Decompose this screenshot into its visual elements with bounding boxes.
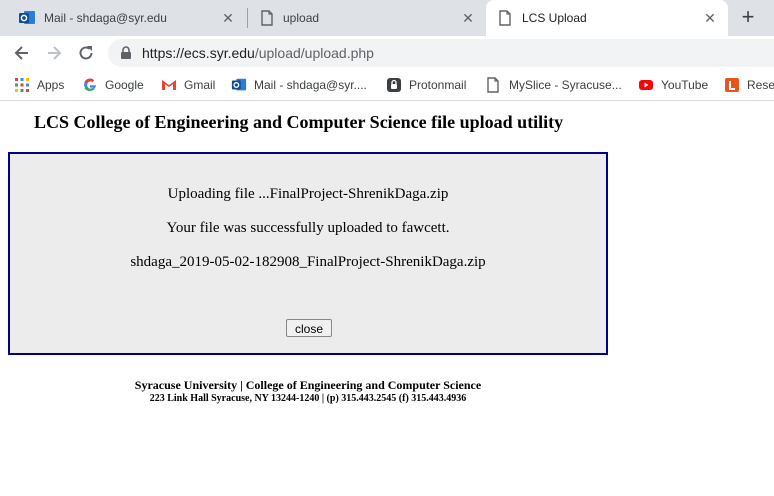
close-icon[interactable]: ✕ — [460, 10, 476, 26]
bookmark-protonmail[interactable]: Protonmail — [386, 76, 466, 94]
bookmark-label: Gmail — [184, 78, 216, 92]
close-icon[interactable]: ✕ — [220, 10, 236, 26]
url-path: /upload/upload.php — [254, 45, 374, 61]
footer-address: 223 Link Hall Syracuse, NY 13244-1240 | … — [149, 393, 467, 404]
bookmark-label: Google — [105, 78, 144, 92]
footer-university: Syracuse University | College of Enginee… — [134, 378, 482, 392]
bookmark-youtube[interactable]: YouTube — [638, 76, 708, 94]
bookmark-reser[interactable]: Reser — [724, 76, 774, 94]
back-button[interactable] — [9, 40, 35, 66]
address-bar[interactable]: https://ecs.syr.edu/upload/upload.php — [108, 39, 774, 67]
bookmark-label: YouTube — [661, 78, 709, 92]
bookmark-apps[interactable]: Apps — [14, 76, 64, 94]
apps-grid-icon — [14, 77, 30, 93]
bookmark-gmail[interactable]: Gmail — [161, 76, 215, 94]
outlook-icon — [231, 77, 247, 93]
outlook-icon — [18, 9, 36, 27]
bookmark-label: Protonmail — [409, 78, 467, 92]
browser-toolbar: https://ecs.syr.edu/upload/upload.php — [0, 36, 774, 70]
youtube-icon — [638, 77, 654, 93]
tab-strip: Mail - shdaga@syr.edu ✕ upload ✕ LCS Upl… — [0, 0, 774, 36]
bookmark-google[interactable]: Google — [82, 76, 144, 94]
url-host: https://ecs.syr.edu — [142, 45, 255, 61]
page-icon — [486, 77, 502, 93]
close-icon[interactable]: ✕ — [702, 10, 718, 26]
forward-button[interactable] — [41, 40, 67, 66]
tab-upload[interactable]: upload ✕ — [248, 0, 486, 36]
tab-title: LCS Upload — [522, 11, 587, 25]
arrow-left-icon — [14, 46, 28, 60]
tab-mail[interactable]: Mail - shdaga@syr.edu ✕ — [0, 0, 246, 36]
gmail-icon — [161, 77, 177, 93]
uploading-message: Uploading file ...FinalProject-ShrenikDa… — [167, 186, 449, 202]
bookmark-mail[interactable]: Mail - shdaga@syr.... — [231, 76, 367, 94]
page-icon — [260, 10, 274, 26]
reload-icon — [79, 46, 93, 60]
tab-lcs-upload[interactable]: LCS Upload ✕ — [486, 0, 728, 36]
url-text: https://ecs.syr.edu/upload/upload.php — [142, 45, 374, 61]
new-tab-button[interactable]: + — [736, 6, 760, 30]
protonmail-icon — [386, 77, 402, 93]
bookmark-label: MySlice - Syracuse... — [509, 78, 622, 92]
google-icon — [82, 77, 98, 93]
arrow-right-icon — [48, 46, 62, 60]
tab-title: upload — [283, 11, 320, 25]
page-title: LCS College of Engineering and Computer … — [34, 112, 564, 132]
page-icon — [498, 10, 512, 26]
bookmarks-bar: Apps Google Gmail Mail - shdaga@syr.... … — [0, 70, 774, 101]
bookmark-label: Reser — [747, 78, 774, 92]
bookmark-label: Mail - shdaga@syr.... — [254, 78, 367, 92]
bookmark-l-icon — [724, 77, 740, 93]
reload-button[interactable] — [73, 40, 99, 66]
bookmark-label: Apps — [37, 78, 65, 92]
uploaded-filename: shdaga_2019-05-02-182908_FinalProject-Sh… — [130, 254, 486, 270]
bookmark-myslice[interactable]: MySlice - Syracuse... — [486, 76, 622, 94]
upload-result-box: Uploading file ...FinalProject-ShrenikDa… — [8, 152, 608, 355]
lock-icon — [120, 46, 132, 65]
success-message: Your file was successfully uploaded to f… — [166, 220, 450, 236]
close-button[interactable]: close — [286, 319, 332, 337]
tab-title: Mail - shdaga@syr.edu — [44, 11, 167, 25]
